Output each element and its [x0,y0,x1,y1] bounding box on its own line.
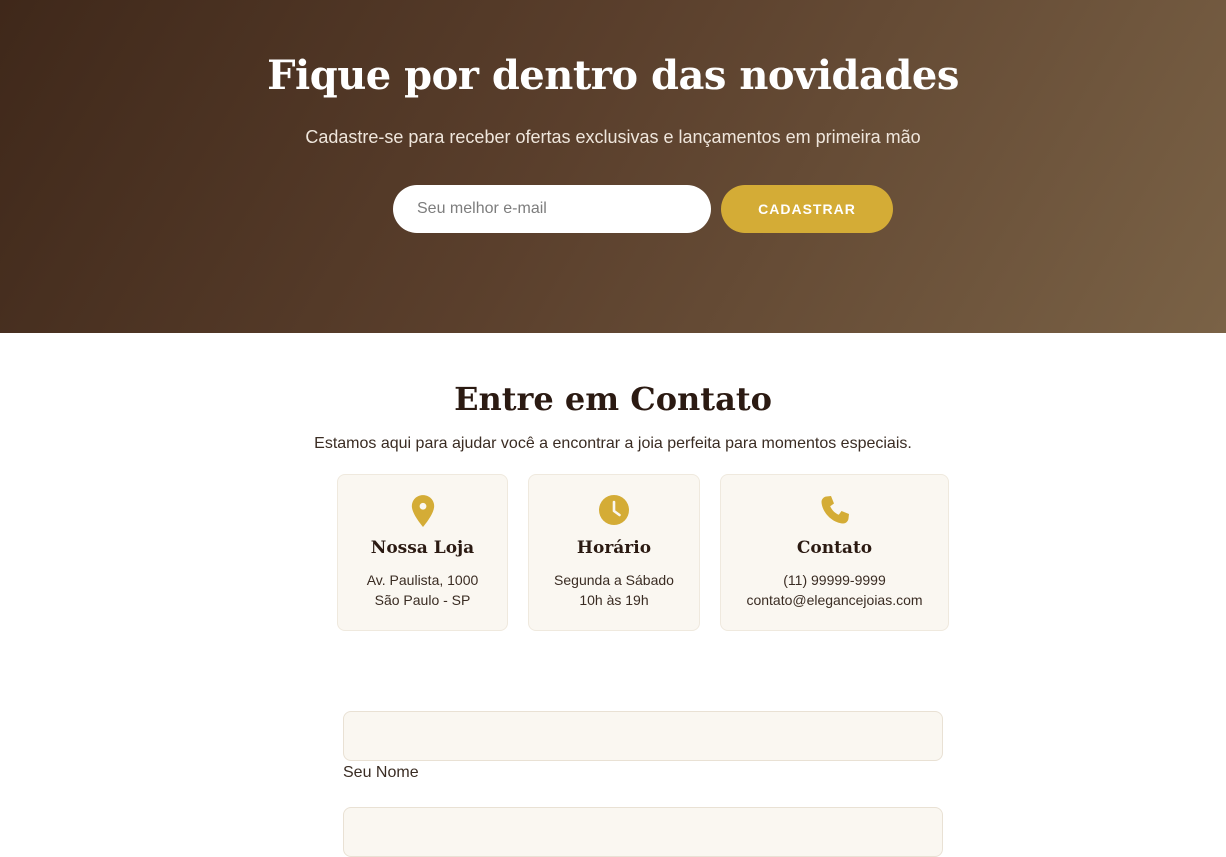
contact-title: Entre em Contato [454,380,772,418]
newsletter-title: Fique por dentro das novidades [267,52,959,99]
store-card: Nossa Loja Av. Paulista, 1000 São Paulo … [337,474,508,631]
email-input[interactable] [393,185,711,233]
map-pin-icon [338,494,507,528]
name-field[interactable] [343,711,943,761]
second-field[interactable] [343,807,943,857]
subscribe-button[interactable]: CADASTRAR [721,185,893,233]
hours-card: Horário Segunda a Sábado 10h às 19h [528,474,700,631]
newsletter-form: CADASTRAR [393,185,893,233]
newsletter-section: Fique por dentro das novidades Cadastre-… [0,0,1226,333]
newsletter-subtitle: Cadastre-se para receber ofertas exclusi… [305,127,921,147]
phone-icon [721,494,948,528]
contact-phone: (11) 99999-9999 [783,572,886,588]
hours-card-title: Horário [576,538,652,558]
contact-subtitle: Estamos aqui para ajudar você a encontra… [314,435,912,452]
hours-days: Segunda a Sábado [554,572,674,588]
hours-time: 10h às 19h [579,592,649,608]
contact-card-title: Contato [796,538,873,558]
name-label: Seu Nome [343,764,419,781]
contact-email: contato@elegancejoias.com [746,592,923,608]
contact-card: Contato (11) 99999-9999 contato@elegance… [720,474,949,631]
store-card-title: Nossa Loja [370,538,475,558]
store-city: São Paulo - SP [374,592,471,608]
clock-icon [529,494,699,528]
store-address: Av. Paulista, 1000 [366,572,479,588]
